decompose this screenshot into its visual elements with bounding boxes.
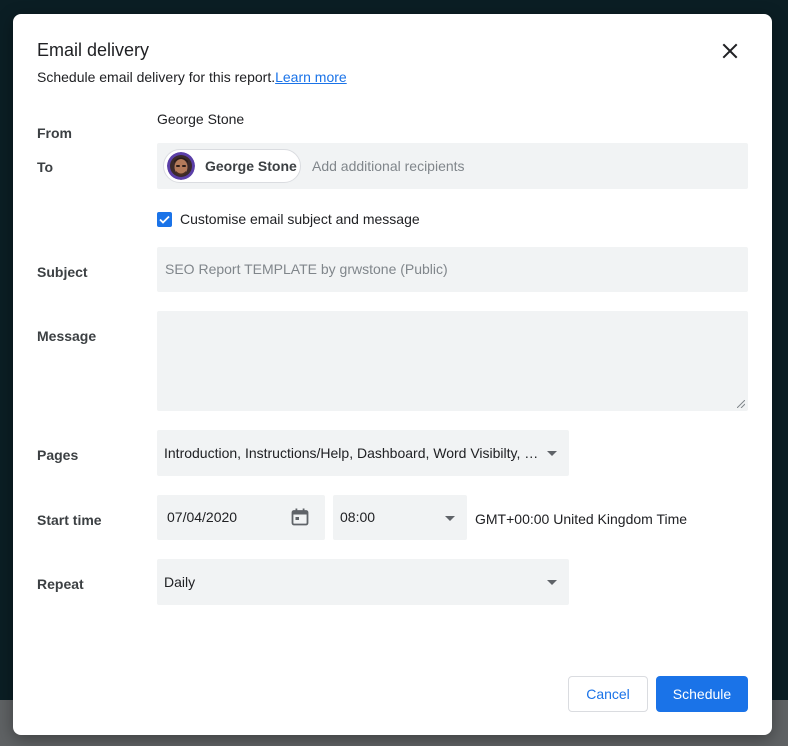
start-time-label: Start time xyxy=(37,512,102,528)
dialog-subtitle: Schedule email delivery for this report.… xyxy=(37,69,347,85)
pages-value: Introduction, Instructions/Help, Dashboa… xyxy=(164,445,542,461)
email-delivery-dialog: Email delivery Schedule email delivery f… xyxy=(13,14,772,735)
subject-value: SEO Report TEMPLATE by grwstone (Public) xyxy=(165,261,448,277)
repeat-value: Daily xyxy=(164,574,196,590)
chevron-down-icon xyxy=(445,516,455,521)
start-time-select[interactable]: 08:00 xyxy=(333,495,467,540)
avatar xyxy=(167,152,195,180)
dialog-title: Email delivery xyxy=(37,40,150,60)
schedule-button[interactable]: Schedule xyxy=(656,676,748,712)
check-icon xyxy=(159,215,170,224)
timezone-label: GMT+00:00 United Kingdom Time xyxy=(475,511,688,527)
subject-input[interactable]: SEO Report TEMPLATE by grwstone (Public) xyxy=(157,247,748,292)
customise-checkbox-row[interactable]: Customise email subject and message xyxy=(157,211,420,227)
subtitle-text: Schedule email delivery for this report. xyxy=(37,69,276,85)
start-time-value: 08:00 xyxy=(340,509,376,525)
add-recipients-input[interactable]: Add additional recipients xyxy=(312,158,465,174)
pages-label: Pages xyxy=(37,447,79,463)
close-icon xyxy=(722,43,738,59)
resize-grip-icon[interactable] xyxy=(737,400,745,408)
customise-checkbox[interactable] xyxy=(157,211,172,227)
from-value: George Stone xyxy=(157,111,245,127)
cancel-button[interactable]: Cancel xyxy=(568,676,648,712)
pages-select[interactable]: Introduction, Instructions/Help, Dashboa… xyxy=(157,430,569,476)
start-date-value: 07/04/2020 xyxy=(167,509,238,525)
repeat-select[interactable]: Daily xyxy=(157,559,569,605)
chevron-down-icon xyxy=(547,580,557,585)
from-label: From xyxy=(37,125,72,141)
customise-checkbox-label: Customise email subject and message xyxy=(180,211,420,227)
close-button[interactable] xyxy=(716,37,744,65)
message-textarea[interactable] xyxy=(157,311,748,411)
recipients-field[interactable]: George Stone Add additional recipients xyxy=(157,143,748,189)
repeat-label: Repeat xyxy=(37,576,84,592)
recipient-chip-label: George Stone xyxy=(205,158,297,174)
calendar-icon[interactable] xyxy=(290,507,310,527)
chevron-down-icon xyxy=(547,451,557,456)
to-label: To xyxy=(37,159,54,175)
subject-label: Subject xyxy=(37,264,88,280)
message-label: Message xyxy=(37,328,97,344)
learn-more-link[interactable]: Learn more xyxy=(275,69,347,85)
recipient-chip[interactable]: George Stone xyxy=(163,149,301,183)
start-date-input[interactable]: 07/04/2020 xyxy=(157,495,325,540)
